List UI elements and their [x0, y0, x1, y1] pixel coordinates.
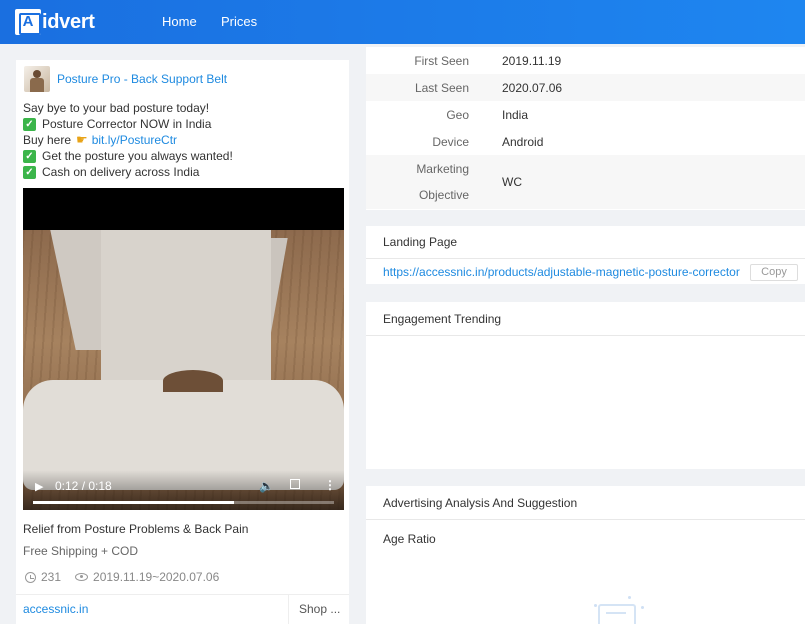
ad-text-line: Buy here ☛ bit.ly/PostureCtr — [23, 132, 233, 148]
ad-text-line-label: Buy here — [23, 133, 72, 147]
clock-icon — [25, 571, 36, 583]
info-value: 2020.07.06 — [502, 80, 563, 95]
video-time: 0:12 / 0:18 — [55, 479, 112, 493]
ad-text-line-label: Cash on delivery across India — [42, 165, 200, 179]
page-name-link[interactable]: Posture Pro - Back Support Belt — [57, 72, 227, 86]
info-value: WC — [502, 175, 522, 189]
empty-data-icon — [598, 604, 636, 624]
ad-domain-link[interactable]: accessnic.in — [23, 602, 88, 616]
info-label: Last Seen — [414, 80, 469, 95]
landing-page-url[interactable]: https://accessnic.in/products/adjustable… — [383, 265, 740, 279]
date-range: 2019.11.19~2020.07.06 — [93, 570, 220, 584]
logo-mark-icon: A — [15, 9, 41, 35]
pointing-hand-icon: ☛ — [76, 132, 88, 147]
ad-text-line: ✓ Get the posture you always wanted! — [23, 148, 233, 164]
top-navigation-bar: A idvert Home Prices — [0, 0, 805, 44]
video-progress-bar[interactable] — [33, 501, 334, 504]
info-row-geo: Geo India — [366, 101, 805, 128]
advertising-analysis-panel: Advertising Analysis And Suggestion Age … — [366, 486, 805, 624]
more-options-icon[interactable]: ⋮ — [324, 478, 336, 492]
info-label: Device — [432, 134, 469, 149]
check-mark-icon: ✓ — [23, 165, 36, 179]
panel-title: Landing Page — [366, 226, 805, 259]
ad-text-line-label: Say bye to your bad posture today! — [23, 101, 210, 115]
days-count: 231 — [41, 570, 62, 584]
info-label: Marketing — [416, 162, 469, 176]
video-frame — [23, 230, 344, 510]
ad-headline: Relief from Posture Problems & Back Pain — [23, 522, 249, 536]
shop-now-button[interactable]: Shop ... — [288, 595, 349, 624]
ad-stats: 231 2019.11.19~2020.07.06 — [25, 570, 219, 584]
info-value: Android — [502, 134, 544, 149]
ad-short-link[interactable]: bit.ly/PostureCtr — [92, 132, 177, 148]
ad-subline: Free Shipping + COD — [23, 544, 139, 558]
info-label: First Seen — [414, 53, 469, 68]
engagement-trending-panel: Engagement Trending — [366, 302, 805, 469]
play-icon[interactable]: ▶ — [35, 480, 43, 493]
empty-data-icon-dot — [641, 606, 644, 609]
info-row-marketing-objective: Marketing Objective WC — [366, 155, 805, 209]
landing-page-panel: Landing Page https://accessnic.in/produc… — [366, 226, 805, 284]
volume-icon[interactable]: 🔈 — [259, 479, 274, 493]
info-row-device: Device Android — [366, 128, 805, 155]
eye-icon — [75, 573, 89, 581]
nav-home[interactable]: Home — [162, 0, 197, 44]
info-row-last-seen: Last Seen 2020.07.06 — [366, 74, 805, 101]
ad-text-line: Say bye to your bad posture today! — [23, 100, 233, 116]
ad-body-text: Say bye to your bad posture today! ✓ Pos… — [23, 100, 233, 180]
video-progress-fill — [33, 501, 234, 504]
ad-text-line-label: Posture Corrector NOW in India — [42, 117, 212, 131]
info-value: India — [502, 107, 529, 122]
ad-text-line: ✓ Posture Corrector NOW in India — [23, 116, 233, 132]
age-ratio-label: Age Ratio — [383, 532, 436, 546]
nav-prices[interactable]: Prices — [221, 0, 257, 44]
copy-button[interactable]: Copy — [750, 264, 798, 281]
ad-info-table: First Seen 2019.11.19 Last Seen 2020.07.… — [366, 47, 805, 210]
logo-text: idvert — [42, 10, 95, 33]
ad-preview-card: Posture Pro - Back Support Belt Say bye … — [16, 60, 349, 624]
ad-text-line: ✓ Cash on delivery across India — [23, 164, 233, 180]
ad-header: Posture Pro - Back Support Belt — [24, 66, 227, 92]
ad-footer: accessnic.in Shop ... — [16, 594, 349, 624]
panel-title: Advertising Analysis And Suggestion — [366, 486, 805, 520]
info-row-first-seen: First Seen 2019.11.19 — [366, 47, 805, 74]
info-label: Objective — [418, 188, 469, 202]
ad-text-line-label: Get the posture you always wanted! — [42, 149, 233, 163]
empty-data-icon-dot — [628, 596, 631, 599]
fullscreen-icon[interactable] — [290, 479, 300, 489]
panel-title: Engagement Trending — [366, 302, 805, 336]
video-image-part — [163, 370, 223, 392]
page-avatar[interactable] — [24, 66, 50, 92]
logo[interactable]: A idvert — [15, 9, 95, 35]
check-mark-icon: ✓ — [23, 149, 36, 163]
empty-data-icon-dot — [594, 604, 597, 607]
video-controls: ▶ 0:12 / 0:18 🔈 ⋮ — [23, 470, 344, 510]
check-mark-icon: ✓ — [23, 117, 36, 131]
info-label: Geo — [446, 107, 469, 122]
ad-video-player[interactable]: ▶ 0:12 / 0:18 🔈 ⋮ — [23, 188, 344, 510]
info-value: 2019.11.19 — [502, 53, 562, 68]
